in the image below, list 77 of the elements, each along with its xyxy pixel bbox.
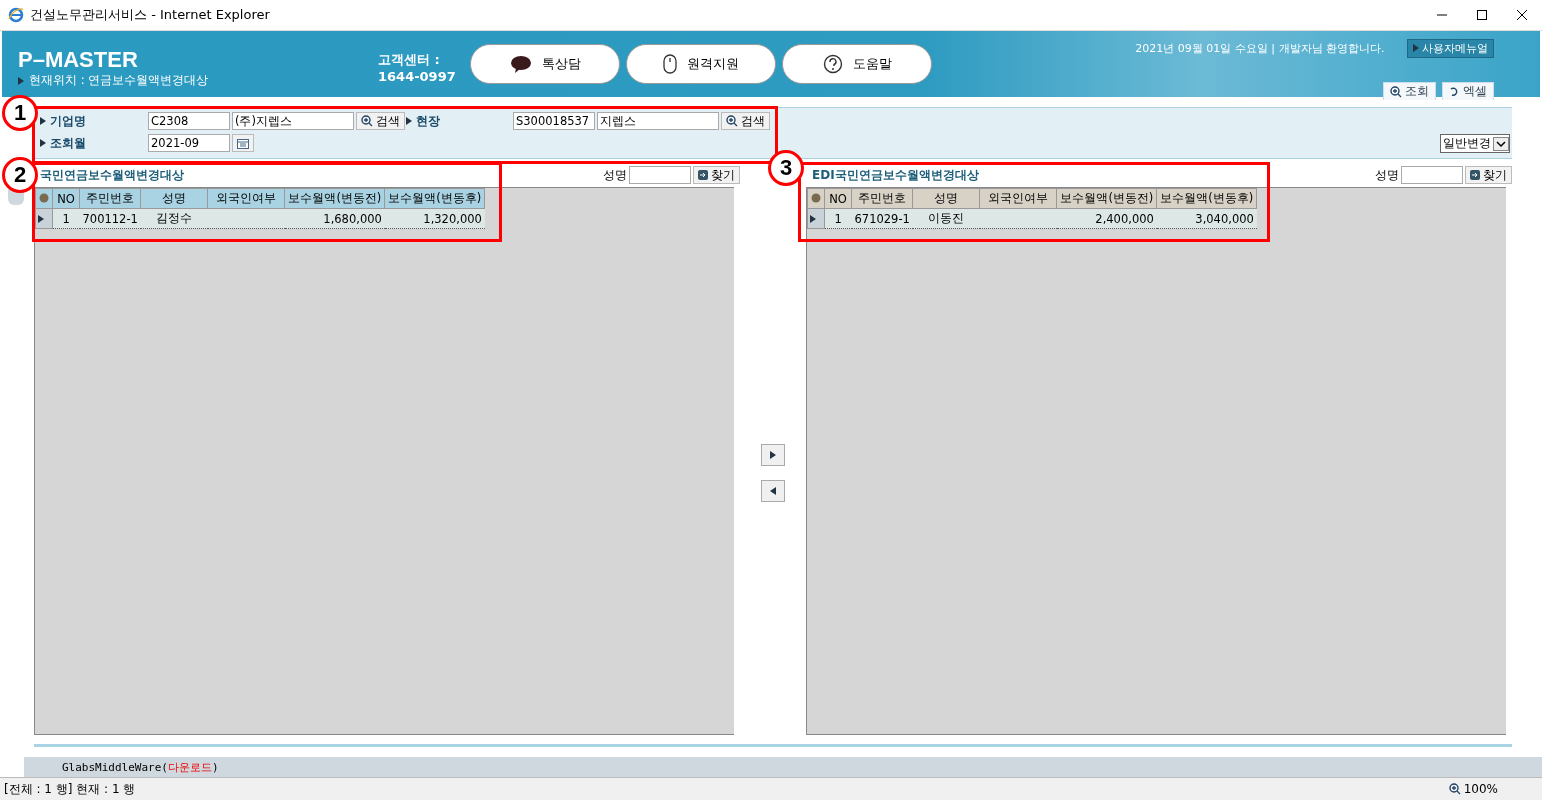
maximize-icon[interactable] xyxy=(1476,9,1488,21)
header-button[interactable]: 원격지원 xyxy=(626,44,776,84)
row-pointer-icon xyxy=(810,214,816,223)
column-header[interactable]: NO xyxy=(824,188,852,209)
field-label: 기업명 xyxy=(40,112,148,130)
arrow-icon xyxy=(698,170,708,180)
column-header[interactable]: 성명 xyxy=(140,188,208,209)
triangle-icon xyxy=(770,450,776,459)
input-field[interactable]: (주)지렙스 xyxy=(232,112,354,130)
header-button[interactable]: 도움말 xyxy=(782,44,932,84)
panel-title: 국민연금보수월액변경대상 xyxy=(40,166,184,184)
column-header[interactable]: 외국인여부 xyxy=(979,188,1057,209)
move-left-button[interactable] xyxy=(761,479,785,502)
triangle-icon xyxy=(40,117,46,125)
column-header[interactable]: 성명 xyxy=(912,188,980,209)
help-icon xyxy=(822,54,843,74)
mode-dropdown[interactable]: 일반변경 xyxy=(1440,134,1510,153)
bullet-icon xyxy=(18,76,24,85)
find-button[interactable]: 찾기 xyxy=(693,166,740,184)
input-field[interactable]: 2021-09 xyxy=(148,134,230,152)
header-button[interactable]: 톡상담 xyxy=(470,44,620,84)
ball-icon xyxy=(811,192,821,203)
column-header[interactable]: 보수월액(변동전) xyxy=(1056,188,1157,209)
arrow-icon xyxy=(1470,170,1480,180)
column-header[interactable]: 주민번호 xyxy=(851,188,913,209)
close-icon[interactable] xyxy=(1516,9,1528,21)
middleware-text: GlabsMiddleWare(다운로드) xyxy=(62,759,219,775)
column-header[interactable]: 외국인여부 xyxy=(207,188,285,209)
panel-title: EDI국민연금보수월액변경대상 xyxy=(812,166,979,184)
column-header[interactable]: 주민번호 xyxy=(79,188,141,209)
triangle-icon xyxy=(406,117,412,125)
search-button[interactable]: 검색 xyxy=(356,112,405,130)
mouse-icon xyxy=(663,54,677,74)
field-label: 성명 xyxy=(603,166,627,184)
zoom-level[interactable]: 100% xyxy=(1463,782,1498,796)
current-location: 현재위치 : 연금보수월액변경대상 xyxy=(29,73,209,88)
input-field[interactable]: 지렙스 xyxy=(597,112,719,130)
search-icon xyxy=(1390,85,1402,98)
ball-icon xyxy=(39,192,49,203)
find-button[interactable]: 찾기 xyxy=(1465,166,1512,184)
field-label: 현장 xyxy=(406,112,513,130)
speech-bubble-icon xyxy=(509,55,532,73)
row-count: [전체 : 1 행] 현재 : 1 행 xyxy=(4,780,136,798)
swirl-icon xyxy=(1449,86,1460,97)
window-title: 건설노무관리서비스 - Internet Explorer xyxy=(30,6,270,24)
column-header[interactable]: 보수월액(변동후) xyxy=(1156,188,1257,209)
input-field[interactable]: S300018537 xyxy=(513,112,595,130)
search-button[interactable]: 검색 xyxy=(721,112,770,130)
field-label: 조회월 xyxy=(40,134,148,152)
logo: P–MASTER xyxy=(18,47,139,73)
calendar-button[interactable] xyxy=(232,134,254,152)
search-icon xyxy=(361,115,373,127)
triangle-icon xyxy=(770,486,776,495)
move-right-button[interactable] xyxy=(761,443,785,466)
search-icon xyxy=(1448,783,1461,795)
support-label: 고객센터 : xyxy=(378,51,441,68)
field-label: 성명 xyxy=(1375,166,1399,184)
input-field[interactable] xyxy=(629,166,691,184)
support-phone: 1644-0997 xyxy=(378,68,457,85)
input-field[interactable] xyxy=(1401,166,1463,184)
row-pointer-icon xyxy=(38,214,44,223)
manual-button[interactable]: 사용자메뉴얼 xyxy=(1406,39,1494,58)
chevron-icon xyxy=(1493,136,1509,151)
calendar-icon xyxy=(237,137,249,149)
input-field[interactable]: C2308 xyxy=(148,112,230,130)
column-header[interactable]: NO xyxy=(52,188,80,209)
search-icon xyxy=(726,115,738,127)
triangle-icon xyxy=(40,139,46,147)
action-tab[interactable]: 엑셀 xyxy=(1442,82,1494,100)
greeting-text: 2021년 09월 01일 수요일 | 개발자님 환영합니다. xyxy=(1135,41,1385,56)
browser-logo-icon xyxy=(8,7,24,23)
action-tab[interactable]: 조회 xyxy=(1383,82,1436,100)
bullet-icon xyxy=(1412,44,1419,52)
callout-number: 2 xyxy=(2,157,38,193)
column-header[interactable]: 보수월액(변동후) xyxy=(384,188,485,209)
column-header[interactable]: 보수월액(변동전) xyxy=(284,188,385,209)
callout-number: 1 xyxy=(2,95,38,131)
